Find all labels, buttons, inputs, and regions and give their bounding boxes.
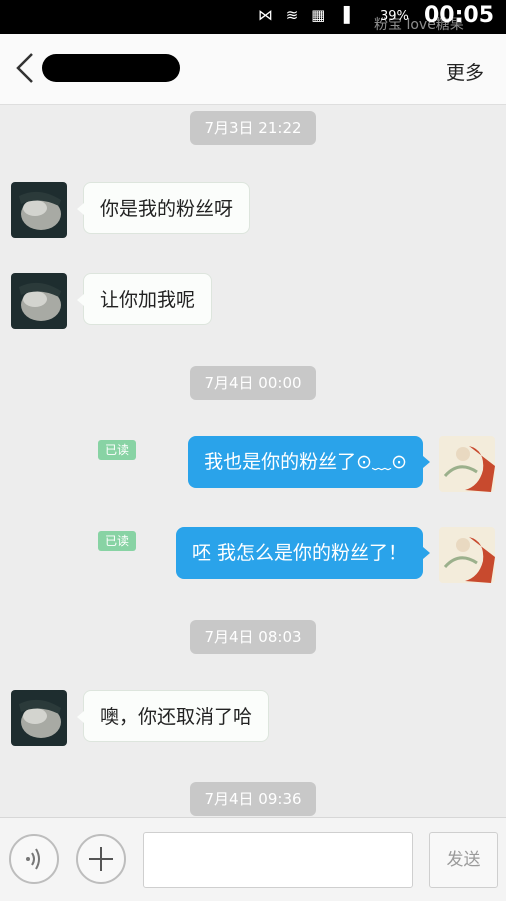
chat-header: 更多 (0, 34, 506, 105)
outgoing-message[interactable]: 呸 我怎么是你的粉丝了！ (175, 527, 431, 579)
read-receipt-badge: 已读 (98, 440, 136, 460)
back-button[interactable] (14, 52, 36, 84)
wifi-icon: ≋ (285, 6, 303, 24)
send-button[interactable]: 发送 (429, 832, 498, 888)
timestamp: 7月4日 00:00 (190, 366, 316, 400)
contact-avatar[interactable] (11, 690, 67, 746)
add-button[interactable] (76, 834, 126, 884)
timestamp: 7月3日 21:22 (190, 111, 316, 145)
message-input[interactable] (143, 832, 413, 888)
contact-avatar[interactable] (11, 182, 67, 238)
voice-button[interactable] (9, 834, 59, 884)
outgoing-message[interactable]: 我也是你的粉丝了⊙﹏⊙ (188, 436, 430, 488)
contact-name-redacted (42, 54, 180, 82)
more-button[interactable]: 更多 (446, 58, 484, 85)
user-avatar[interactable] (439, 436, 495, 492)
status-time: 00:05 (423, 3, 494, 28)
contact-avatar[interactable] (11, 273, 67, 329)
status-icons: ⋈ ≋ ▦ ▐ (258, 6, 354, 24)
incoming-message[interactable]: 噢，你还取消了哈 (76, 690, 270, 742)
read-receipt-badge: 已读 (98, 531, 136, 551)
incoming-message[interactable]: 你是我的粉丝呀 (76, 182, 251, 234)
sim-icon: ▦ (311, 6, 330, 24)
timestamp: 7月4日 08:03 (190, 620, 316, 654)
incoming-message[interactable]: 让你加我呢 (76, 273, 213, 325)
nfc-icon: ⋈ (258, 6, 277, 24)
signal-icon: ▐ (338, 6, 354, 24)
user-avatar[interactable] (439, 527, 495, 583)
plus-icon (89, 847, 113, 871)
timestamp: 7月4日 09:36 (190, 782, 316, 816)
voice-icon (26, 848, 40, 870)
input-bar: 发送 (0, 817, 506, 901)
status-bar: ⋈ ≋ ▦ ▐ 39% 粉宝 love糖果 00:05 (0, 0, 506, 34)
chevron-left-icon (16, 53, 33, 83)
message-list[interactable]: 7月3日 21:22 你是我的粉丝呀 让你加我呢 7月4日 00:00 已读 我… (0, 105, 506, 817)
